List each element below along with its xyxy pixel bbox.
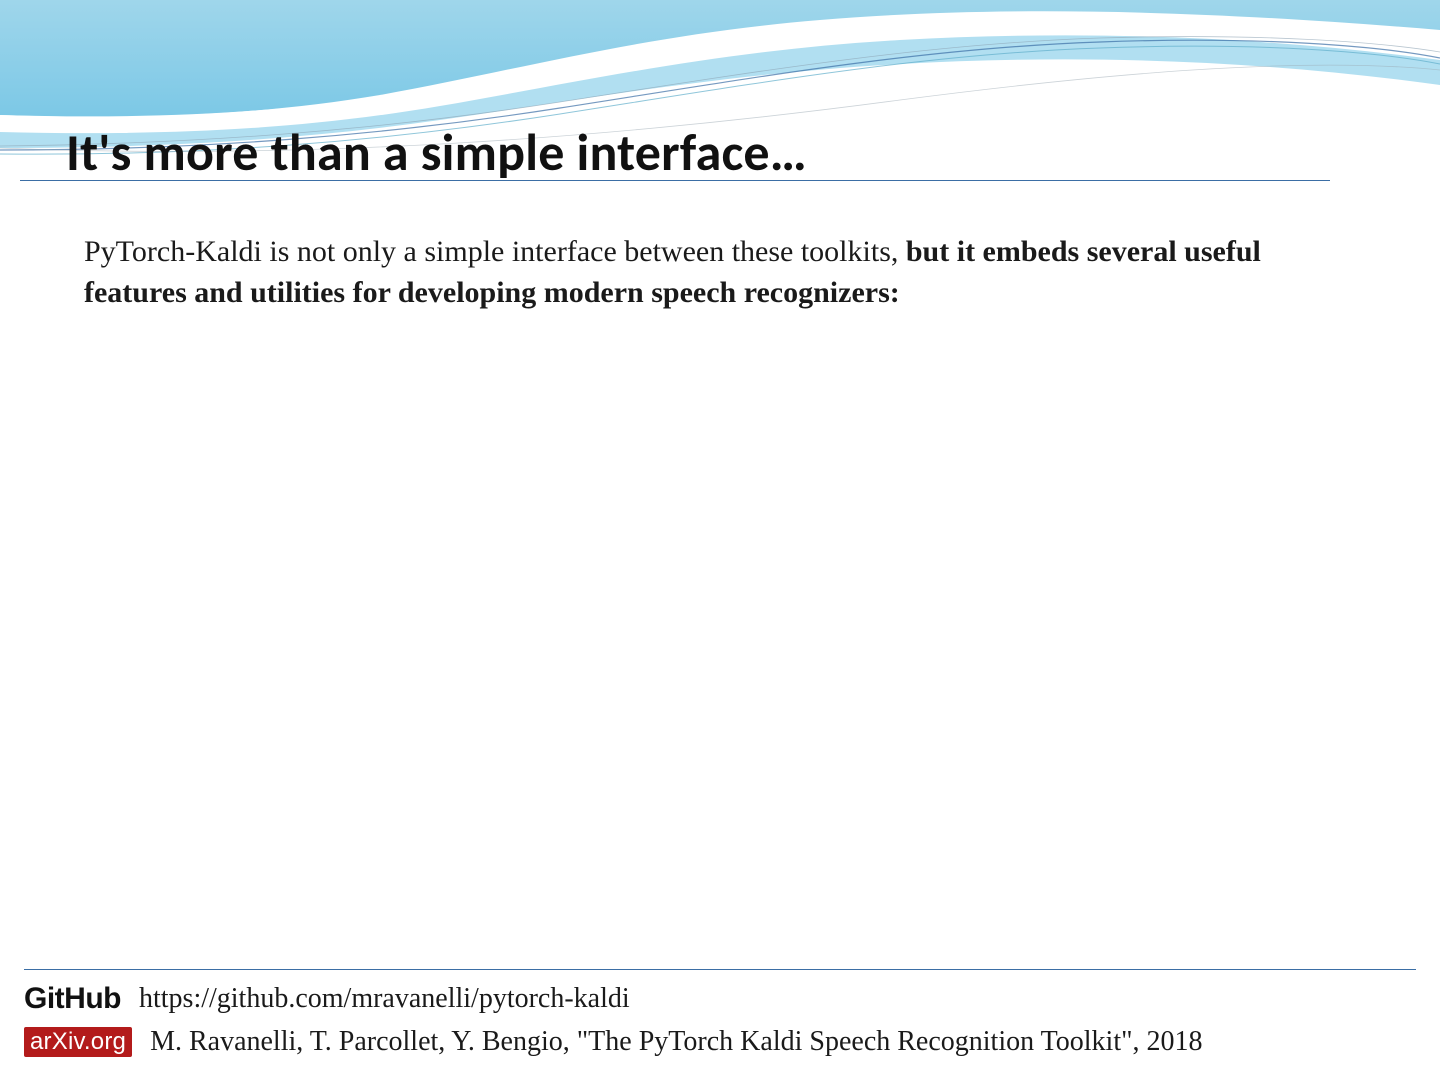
footer-divider — [24, 969, 1416, 970]
arxiv-badge: arXiv.org — [24, 1027, 132, 1057]
slide-body: PyTorch-Kaldi is not only a simple inter… — [84, 232, 1340, 313]
github-url: https://github.com/mravanelli/pytorch-ka… — [139, 983, 1416, 1015]
footer-arxiv-row: arXiv.org M. Ravanelli, T. Parcollet, Y.… — [24, 1026, 1416, 1058]
citation-text: M. Ravanelli, T. Parcollet, Y. Bengio, "… — [150, 1026, 1416, 1058]
github-logo: GitHub — [24, 982, 121, 1016]
slide-title: It's more than a simple interface… — [66, 120, 1330, 184]
body-text-normal: PyTorch-Kaldi is not only a simple inter… — [84, 235, 906, 268]
footer-github-row: GitHub https://github.com/mravanelli/pyt… — [24, 982, 1416, 1016]
slide-title-container: It's more than a simple interface… — [20, 120, 1330, 181]
slide-footer: GitHub https://github.com/mravanelli/pyt… — [0, 969, 1440, 1076]
